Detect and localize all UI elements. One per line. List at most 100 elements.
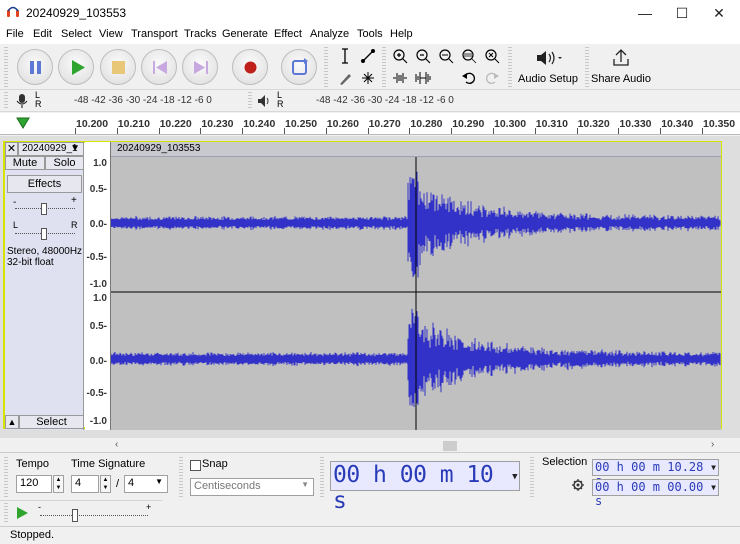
tempo-input[interactable]: 120 [16, 475, 52, 493]
share-audio-button[interactable]: Share Audio [590, 46, 652, 88]
tempo-spinner[interactable]: ▲ ▼ [53, 475, 64, 493]
draw-tool-button[interactable] [334, 67, 356, 88]
scrollbar-thumb[interactable] [443, 441, 457, 451]
selection-tool-button[interactable] [334, 45, 356, 66]
silence-audio-button[interactable] [412, 67, 434, 88]
toolbar-grip[interactable] [248, 92, 252, 110]
playback-meter[interactable]: -48 -42 -36 -30 -24 -18 -12 -6 0 [286, 92, 486, 110]
minimize-button[interactable]: — [626, 0, 664, 26]
zoom-toggle-button[interactable] [481, 45, 503, 66]
ts-numerator-input[interactable]: 4 [71, 475, 99, 493]
timeline-tick-mark [158, 128, 160, 134]
record-meter[interactable]: -48 -42 -36 -30 -24 -18 -12 -6 0 [44, 92, 244, 110]
fit-project-button[interactable] [458, 45, 480, 66]
close-button[interactable]: ✕ [700, 0, 738, 26]
ts-numerator-spinner[interactable]: ▲ ▼ [100, 475, 111, 493]
skip-to-start-button[interactable] [141, 49, 177, 85]
record-meter-scale: -48 -42 -36 -30 -24 -18 -12 -6 0 [74, 95, 212, 106]
menu-effect[interactable]: Effect [274, 28, 302, 40]
solo-button[interactable]: Solo [45, 156, 84, 170]
toolbar-grip[interactable] [4, 92, 8, 110]
toolbar-grip[interactable] [324, 47, 328, 87]
time-signature-label: Time Signature [71, 458, 146, 470]
select-track-button[interactable]: Select [19, 415, 84, 429]
zoom-out-button[interactable] [412, 45, 434, 66]
selection-start-display[interactable]: 00 h 00 m 10.28 s ▼ [592, 459, 719, 488]
transport-toolbar: Audio Setup Share Audio [0, 44, 740, 90]
timeline-tick-mark [325, 128, 327, 134]
ruler-label-ch1-neghalf: -0.5- [86, 252, 107, 263]
play-at-speed-toolbar: - + [0, 500, 162, 524]
waveform-area[interactable] [110, 142, 721, 430]
toolbar-grip[interactable] [382, 47, 386, 87]
pan-slider-thumb[interactable] [41, 228, 47, 240]
timeline-ruler[interactable]: 10.200 10.210 10.220 10.230 10.240 10.250 10.2… [0, 113, 740, 135]
toolbar-grip[interactable] [508, 47, 512, 87]
menu-edit[interactable]: Edit [33, 28, 52, 40]
snap-unit-value: Centiseconds [194, 480, 261, 492]
play-button[interactable] [58, 49, 94, 85]
zoom-in-button[interactable] [389, 45, 411, 66]
horizontal-scrollbar[interactable]: ‹ › [111, 439, 721, 452]
toolbar-grip[interactable] [585, 47, 589, 87]
close-track-button[interactable]: ✕ [5, 142, 18, 156]
envelope-tool-button[interactable] [357, 45, 379, 66]
trim-audio-button[interactable] [389, 67, 411, 88]
scroll-left-icon[interactable]: ‹ [115, 439, 118, 450]
menu-tools[interactable]: Tools [357, 28, 383, 40]
toolbar-grip[interactable] [4, 47, 8, 87]
loop-button[interactable] [281, 49, 317, 85]
timeline-tick-mark [367, 128, 369, 134]
zoom-toggle-icon [485, 49, 500, 64]
toolbar-grip[interactable] [530, 457, 534, 497]
mute-button[interactable]: Mute [5, 156, 45, 170]
record-button[interactable] [232, 49, 268, 85]
menu-help[interactable]: Help [390, 28, 413, 40]
skip-to-end-button[interactable] [182, 49, 218, 85]
time-display-value: 00 h 00 m 10 s [333, 462, 494, 514]
vertical-ruler[interactable]: 1.0 0.5- 0.0- -0.5- -1.0 1.0 0.5- 0.0- -… [85, 142, 111, 430]
fit-selection-button[interactable] [435, 45, 457, 66]
redo-button[interactable] [481, 67, 503, 88]
menu-generate[interactable]: Generate [222, 28, 268, 40]
track-name-dropdown[interactable]: 20240929_1 ▼ [18, 142, 84, 156]
clip-title-bar[interactable]: 20240929_103553 [111, 142, 721, 157]
collapse-track-button[interactable]: ▲ [5, 415, 19, 429]
pause-button[interactable] [17, 49, 53, 85]
ts-denominator-select[interactable]: 4 ▼ [124, 475, 168, 493]
menu-view[interactable]: View [99, 28, 123, 40]
bottom-toolbars: Tempo 120 ▲ ▼ Time Signature 4 ▲ ▼ / 4 ▼ S… [0, 452, 740, 524]
gear-icon[interactable] [571, 478, 585, 492]
microphone-icon[interactable] [14, 93, 30, 109]
menu-tracks[interactable]: Tracks [184, 28, 217, 40]
toolbar-grip[interactable] [4, 503, 8, 523]
toolbar-grip[interactable] [320, 457, 324, 497]
time-display[interactable]: 00 h 00 m 10 s ▼ [330, 461, 520, 514]
effects-button[interactable]: Effects [7, 175, 82, 193]
maximize-button[interactable]: ☐ [663, 0, 701, 26]
pause-icon [30, 61, 41, 74]
menu-analyze[interactable]: Analyze [310, 28, 349, 40]
timeline-tick-label: 10.310 [535, 118, 568, 130]
menu-select[interactable]: Select [61, 28, 92, 40]
undo-button[interactable] [458, 67, 480, 88]
menu-transport[interactable]: Transport [131, 28, 178, 40]
play-at-speed-icon[interactable] [14, 505, 30, 521]
menu-file[interactable]: File [6, 28, 24, 40]
timeline-options-icon[interactable] [15, 116, 31, 130]
scroll-right-icon[interactable]: › [711, 439, 714, 450]
toolbar-grip[interactable] [179, 457, 183, 497]
selection-end-display[interactable]: 00 h 00 m 00.00 s ▼ [592, 479, 719, 508]
snap-unit-select[interactable]: Centiseconds ▼ [190, 478, 314, 496]
stop-button[interactable] [100, 49, 136, 85]
snap-checkbox[interactable] [190, 460, 201, 471]
audio-setup-button[interactable]: Audio Setup [515, 46, 581, 88]
speaker-icon [537, 51, 562, 65]
trim-icon [393, 73, 407, 83]
multi-tool-button[interactable] [357, 67, 379, 88]
toolbar-grip[interactable] [4, 457, 8, 497]
speed-slider-thumb[interactable] [72, 509, 78, 522]
gain-slider-thumb[interactable] [41, 203, 47, 215]
zoom-out-icon [416, 49, 431, 64]
speaker-small-icon[interactable] [256, 93, 272, 109]
